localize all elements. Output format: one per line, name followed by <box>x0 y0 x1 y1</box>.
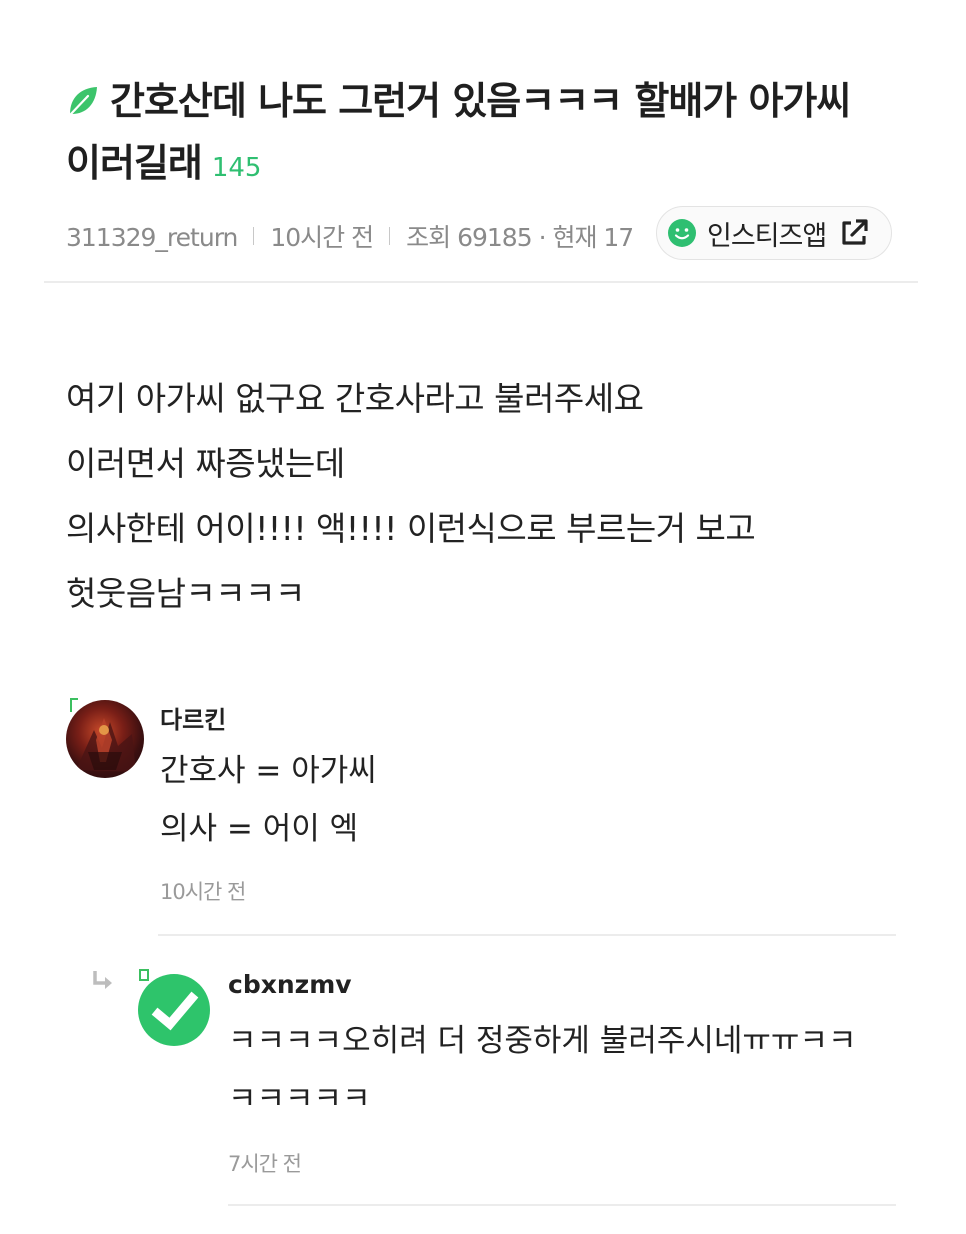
comment-time: 10시간 전 <box>160 880 246 904</box>
meta-separator <box>253 227 255 245</box>
body-line: 여기 아가씨 없구요 간호사라고 불러주세요 <box>66 379 644 418</box>
view-count: 조회 69185 · 현재 17 <box>406 223 634 252</box>
post-title: 간호산데 나도 그런거 있음ㅋㅋㅋ 할배가 아가씨 <box>66 70 896 132</box>
badge-icon <box>70 698 78 712</box>
leaf-icon <box>68 87 97 117</box>
external-link-icon <box>842 219 868 245</box>
post-title-line1: 간호산데 나도 그런거 있음ㅋㅋㅋ 할배가 아가씨 <box>110 79 851 123</box>
reply-line: ㅋㅋㅋㅋ오히려 더 정중하게 불러주시네ㅠㅠㅋㅋ <box>228 1023 857 1059</box>
comment-line: 간호사 = 아가씨 <box>160 753 377 789</box>
reply-divider <box>228 1204 896 1206</box>
body-line: 헛웃음남ㅋㅋㅋㅋ <box>66 574 305 613</box>
open-app-button[interactable]: 인스티즈앱 <box>656 206 892 260</box>
header-divider <box>44 281 918 283</box>
comment-count[interactable]: 145 <box>212 153 262 183</box>
comment-line: 의사 = 어이 엑 <box>160 811 359 847</box>
post-title-line2: 이러길래 <box>66 141 203 185</box>
comment-text: 간호사 = 아가씨 의사 = 어이 엑 <box>160 742 377 858</box>
comment-author[interactable]: 다르킨 <box>160 700 226 735</box>
smile-icon <box>668 219 696 247</box>
reply-text: ㅋㅋㅋㅋ오히려 더 정중하게 불러주시네ㅠㅠㅋㅋ ㅋㅋㅋㅋㅋ <box>228 1012 896 1128</box>
meta-separator <box>389 227 391 245</box>
default-avatar-icon[interactable] <box>134 968 214 1048</box>
reply-line: ㅋㅋㅋㅋㅋ <box>228 1081 371 1117</box>
body-line: 이러면서 짜증냈는데 <box>66 444 345 483</box>
post-meta-text: 311329_return 10시간 전 조회 69185 · 현재 17 <box>66 218 634 254</box>
post-time: 10시간 전 <box>270 223 374 252</box>
reply-arrow-icon <box>93 971 112 989</box>
post-meta: 311329_return 10시간 전 조회 69185 · 현재 17 인스티즈… <box>66 206 896 262</box>
open-app-label: 인스티즈앱 <box>707 220 827 252</box>
post-header: 간호산데 나도 그런거 있음ㅋㅋㅋ 할배가 아가씨 이러길래 145 <box>66 70 896 199</box>
reply-time: 7시간 전 <box>228 1152 302 1176</box>
post-title-second-line: 이러길래 145 <box>66 132 896 199</box>
reply-author[interactable]: cbxnzmv <box>228 970 352 999</box>
post-body: 여기 아가씨 없구요 간호사라고 불러주세요 이러면서 짜증냈는데 의사한테 어… <box>66 366 896 626</box>
author-name[interactable]: 311329_return <box>66 223 238 252</box>
comment-divider <box>158 934 896 936</box>
body-line: 의사한테 어이!!!! 액!!!! 이런식으로 부르는거 보고 <box>66 509 756 548</box>
